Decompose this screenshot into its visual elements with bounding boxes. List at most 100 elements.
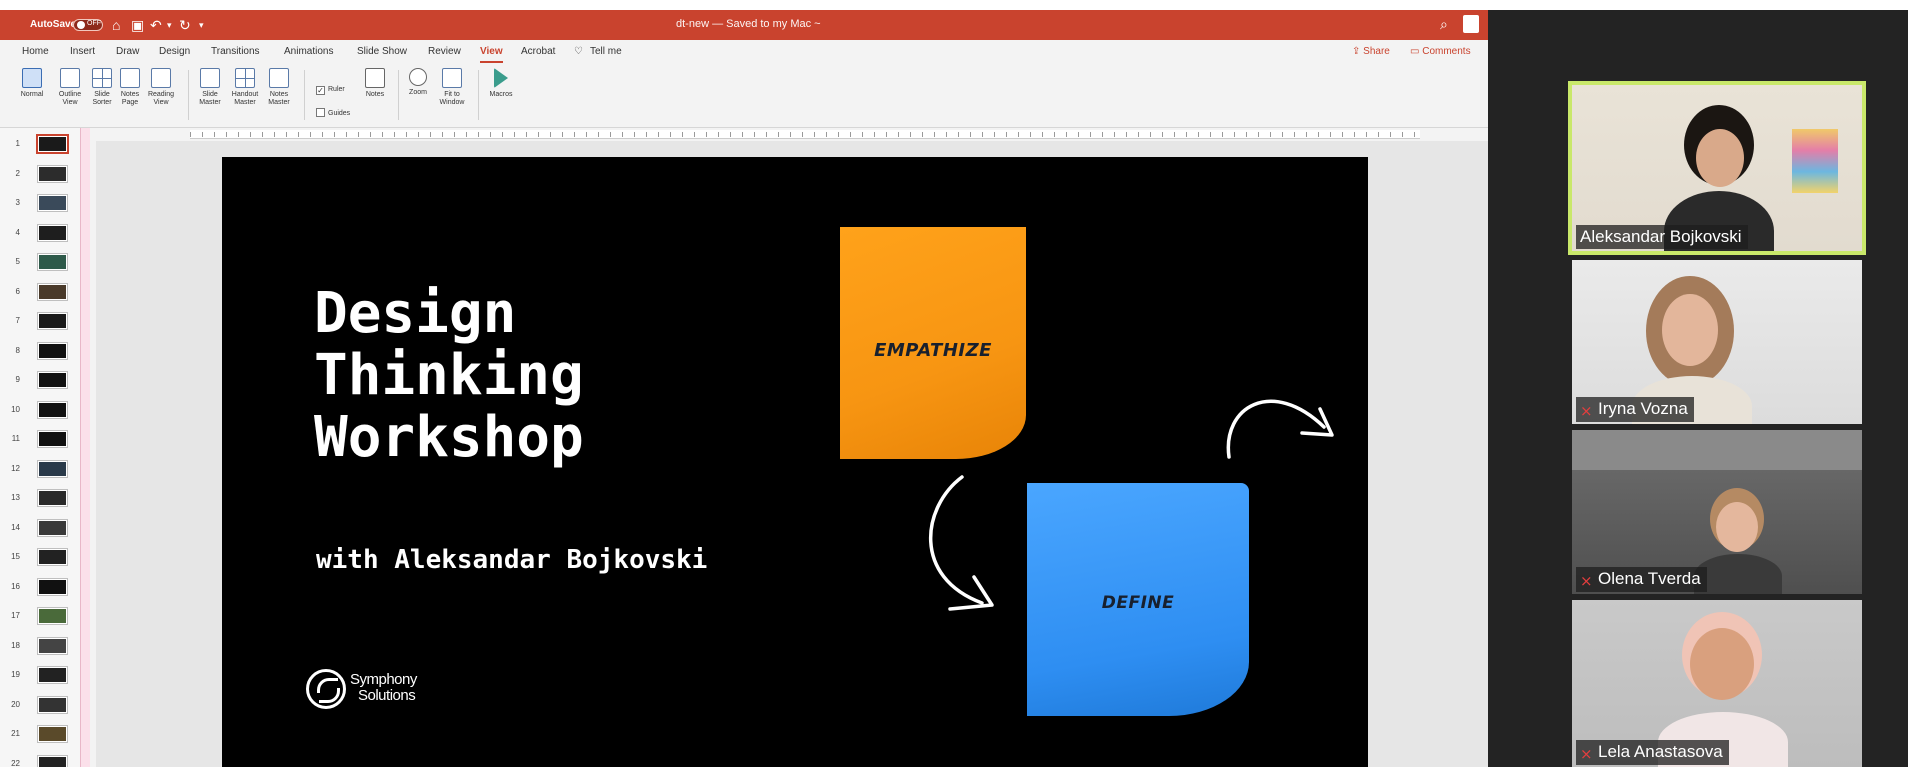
- slide-number: 20: [11, 699, 20, 709]
- normal-view-button[interactable]: Normal: [20, 68, 44, 99]
- slide-thumbnail-image: [36, 134, 69, 154]
- tab-view[interactable]: View: [480, 46, 503, 63]
- tab-home[interactable]: Home: [22, 46, 49, 57]
- curved-arrow-icon: [1226, 399, 1326, 459]
- autosave-toggle[interactable]: OFF: [73, 19, 103, 31]
- slide-thumbnail[interactable]: 18: [6, 636, 76, 655]
- save-icon[interactable]: ▣: [131, 16, 144, 34]
- redo-icon[interactable]: ↻: [179, 16, 191, 34]
- participant-name: Aleksandar Bojkovski: [1580, 227, 1742, 246]
- slide-thumbnail-image: [37, 518, 68, 537]
- slide-thumbnail[interactable]: 19: [6, 666, 76, 684]
- slide-thumbnail[interactable]: 3: [6, 194, 76, 212]
- tell-me-icon[interactable]: ♡: [574, 46, 583, 57]
- customize-toolbar-icon[interactable]: ▾: [199, 16, 204, 34]
- slide-thumbnail[interactable]: 20: [6, 695, 76, 714]
- slide-thumbnail[interactable]: 10: [6, 400, 76, 419]
- slide-thumbnail-image: [37, 695, 68, 714]
- tab-slide-show[interactable]: Slide Show: [357, 46, 407, 57]
- ribbon-divider: [304, 70, 305, 120]
- autosave-state: OFF: [87, 20, 101, 27]
- slide-number: 6: [15, 286, 20, 296]
- outline-view-button[interactable]: Outline View: [56, 68, 84, 107]
- reading-view-button[interactable]: Reading View: [146, 68, 176, 107]
- ruler-checkbox[interactable]: ✓ Ruler: [316, 86, 345, 95]
- slide-thumbnail-image: [37, 577, 68, 596]
- undo-icon[interactable]: ↶: [150, 16, 162, 34]
- muted-mic-icon: ⨯: [1580, 573, 1593, 590]
- search-icon[interactable]: ⌕: [1440, 16, 1448, 33]
- slide-thumbnail[interactable]: 5: [6, 253, 76, 271]
- account-icon[interactable]: [1463, 15, 1479, 33]
- participant-video-tile[interactable]: ⨯ Olena Tverda: [1572, 430, 1862, 594]
- tab-transitions[interactable]: Transitions: [211, 46, 260, 57]
- slide-thumbnail[interactable]: 8: [6, 341, 76, 360]
- slide-thumbnail[interactable]: 11: [6, 430, 76, 448]
- slide-thumbnail[interactable]: 9: [6, 371, 76, 389]
- macros-button[interactable]: Macros: [486, 68, 516, 99]
- slide-thumbnail[interactable]: 2: [6, 164, 76, 183]
- slide-thumbnail-image: [37, 459, 68, 478]
- participant-video-tile[interactable]: ⨯ Lela Anastasova: [1572, 600, 1862, 767]
- slide-thumbnail[interactable]: 6: [6, 282, 76, 301]
- slide-thumbnail[interactable]: 13: [6, 489, 76, 507]
- slide-number: 15: [11, 552, 20, 561]
- tab-tell-me[interactable]: Tell me: [590, 46, 622, 57]
- slide-thumbnail[interactable]: 12: [6, 459, 76, 478]
- notes-master-button[interactable]: Notes Master: [264, 68, 294, 107]
- slide-thumbnail[interactable]: 14: [6, 518, 76, 537]
- fit-to-window-button[interactable]: Fit to Window: [436, 68, 468, 107]
- current-slide[interactable]: Design Thinking Workshop with Aleksandar…: [222, 157, 1368, 767]
- slide-thumbnail[interactable]: 16: [6, 577, 76, 596]
- notes-button[interactable]: Notes: [362, 68, 388, 99]
- notes-master-label: Notes Master: [268, 91, 290, 106]
- slide-thumbnail-image: [37, 312, 68, 330]
- slide-thumbnail-image: [37, 725, 68, 743]
- slide-number: 9: [15, 375, 20, 384]
- slide-thumbnail[interactable]: 1: [6, 134, 76, 154]
- ribbon-divider: [398, 70, 399, 120]
- slide-thumbnail[interactable]: 7: [6, 312, 76, 330]
- slide-thumbnail-image: [37, 164, 68, 183]
- tab-acrobat[interactable]: Acrobat: [521, 46, 555, 57]
- slide-thumbnail[interactable]: 17: [6, 607, 76, 625]
- participant-video-tile[interactable]: ⨯ Iryna Vozna: [1572, 260, 1862, 424]
- tab-animations[interactable]: Animations: [284, 46, 333, 57]
- home-icon[interactable]: ⌂: [112, 16, 120, 34]
- participant-video-tile[interactable]: Aleksandar Bojkovski: [1568, 81, 1866, 255]
- slide-sorter-button[interactable]: Slide Sorter: [90, 68, 114, 107]
- tab-insert[interactable]: Insert: [70, 46, 95, 57]
- ribbon-divider: [188, 70, 189, 120]
- slide-thumbnail-image: [37, 194, 68, 212]
- document-title: dt-new — Saved to my Mac ~: [676, 18, 821, 30]
- slide-number: 5: [15, 257, 20, 266]
- slide-thumbnail[interactable]: 22: [6, 754, 76, 767]
- guides-label: Guides: [328, 110, 351, 117]
- macros-label: Macros: [489, 91, 513, 98]
- slide-number: 12: [11, 463, 20, 473]
- tab-design[interactable]: Design: [159, 46, 190, 57]
- comments-button[interactable]: ▭ Comments: [1410, 46, 1471, 57]
- slide-number: 18: [11, 640, 20, 650]
- guides-checkbox[interactable]: Guides: [316, 108, 350, 117]
- notes-page-button[interactable]: Notes Page: [118, 68, 142, 107]
- slide-number: 4: [15, 227, 20, 237]
- tab-review[interactable]: Review: [428, 46, 461, 57]
- slide-master-button[interactable]: Slide Master: [196, 68, 224, 107]
- share-button[interactable]: ⇪ Share: [1352, 46, 1390, 57]
- share-label: Share: [1363, 46, 1390, 57]
- slide-thumbnail-image: [37, 223, 68, 242]
- tab-draw[interactable]: Draw: [116, 46, 139, 57]
- slide-thumbnail[interactable]: 15: [6, 548, 76, 566]
- handout-master-button[interactable]: Handout Master: [228, 68, 262, 107]
- undo-dropdown-icon[interactable]: ▾: [167, 16, 172, 34]
- participant-name: Iryna Vozna: [1598, 399, 1688, 418]
- slide-thumbnail[interactable]: 4: [6, 223, 76, 242]
- zoom-button[interactable]: Zoom: [406, 68, 430, 97]
- participant-video: [1694, 488, 1782, 594]
- slide-thumbnail-image: [37, 253, 68, 271]
- slide-sorter-label: Slide Sorter: [92, 91, 112, 106]
- slide-thumbnail[interactable]: 21: [6, 725, 76, 743]
- autosave-label: AutoSave: [30, 19, 77, 30]
- fit-to-window-icon: [442, 68, 462, 88]
